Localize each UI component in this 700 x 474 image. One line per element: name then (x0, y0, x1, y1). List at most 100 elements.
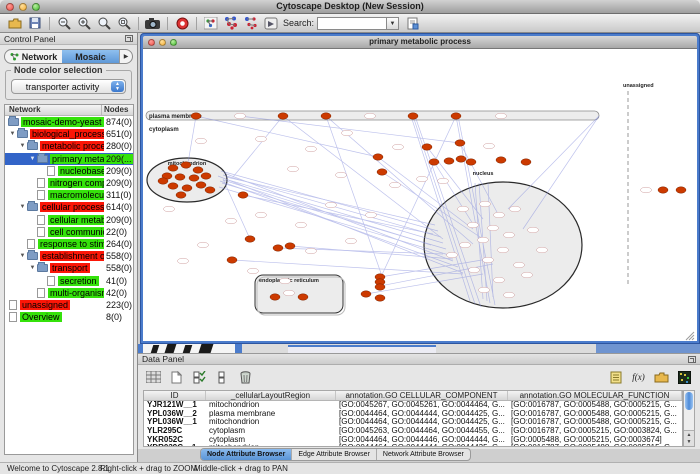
advanced-search-icon[interactable] (403, 15, 423, 31)
tab-mosaic[interactable]: Mosaic (62, 50, 119, 63)
disclosure-triangle-icon[interactable]: ▼ (18, 204, 27, 210)
tree-item[interactable]: multi-organism pro 42(0) (5, 287, 133, 299)
delete-attribute-icon[interactable] (237, 369, 254, 386)
network-view-window: primary metabolic process plasma membran… (140, 33, 700, 344)
group-title: Node color selection (11, 65, 106, 75)
disclosure-triangle-icon[interactable]: ▼ (18, 253, 27, 259)
disclosure-triangle-icon[interactable]: ▼ (18, 143, 27, 149)
tab-network-attribute-browser[interactable]: Network Attribute Browser (377, 449, 470, 460)
blue-red-network-icon[interactable] (221, 15, 241, 31)
tree-item[interactable]: response to stimul 264(0) (5, 238, 133, 250)
zoom-out-icon[interactable] (54, 15, 74, 31)
new-attribute-icon[interactable] (168, 369, 185, 386)
search-input[interactable] (317, 17, 387, 30)
file-icon (37, 288, 45, 298)
help-ring-icon[interactable] (172, 15, 192, 31)
float-panel-icon[interactable] (125, 35, 133, 42)
function-builder-icon[interactable]: f(x) (630, 369, 647, 386)
save-icon[interactable] (25, 15, 45, 31)
col-go-cellular-component[interactable]: annotation.GO CELLULAR_COMPONENT (336, 391, 508, 400)
tree-col-nodes[interactable]: Nodes (101, 105, 133, 115)
tab-overflow-arrow[interactable]: ▶ (119, 50, 132, 63)
folder-icon (8, 118, 19, 126)
zoom-fit-icon[interactable] (114, 15, 134, 31)
small-network-icon[interactable] (201, 15, 221, 31)
file-icon (37, 190, 45, 200)
select-attributes-icon[interactable] (191, 369, 208, 386)
open-file-icon[interactable] (5, 15, 25, 31)
file-icon (9, 312, 17, 322)
col-cellular-layout-region[interactable]: _cellularLayoutRegion (206, 391, 336, 400)
table-row[interactable]: YKR052Ccytoplasm [GO:0044464, GO:0044446… (144, 435, 682, 444)
arrow-box-icon[interactable] (261, 15, 281, 31)
float-data-panel-icon[interactable] (688, 356, 696, 363)
tree-item[interactable]: ▼ metabolic process 280(0) (5, 140, 133, 152)
compartment-nucleus[interactable]: nucleus (424, 171, 582, 308)
control-panel-title: Control Panel (4, 34, 56, 44)
table-scrollbar[interactable]: ▲▼ (683, 390, 695, 447)
attribute-table-icon[interactable] (145, 369, 162, 386)
tree-item[interactable]: unassigned 223(0) (5, 299, 133, 311)
zoom-selected-icon[interactable] (94, 15, 114, 31)
tree-item[interactable]: nucleobase- 209(0) (5, 165, 133, 177)
attribute-table-header: ID _cellularLayoutRegion annotation.GO C… (144, 391, 682, 401)
search-dropdown-arrow[interactable]: ▼ (387, 17, 399, 30)
tree-item[interactable]: secretion 41(0) (5, 274, 133, 286)
tree-header: Network Nodes (5, 105, 133, 116)
table-row[interactable]: YDR039C__1mitochondrion [GO:0044464, GO:… (144, 443, 682, 447)
status-bar: Welcome to Cytoscape 2.8.1 Right-click +… (0, 462, 700, 474)
status-welcome: Welcome to Cytoscape 2.8.1 (7, 464, 109, 473)
table-row[interactable]: YJR121W__1mitochondrion [GO:0045267, GO:… (144, 401, 682, 410)
tree-item[interactable]: ▼ biological_process 651(0) (5, 128, 133, 140)
tree-item[interactable]: cellular metabo 209(0) (5, 214, 133, 226)
selected-nodes[interactable] (158, 113, 686, 301)
zoom-in-icon[interactable] (74, 15, 94, 31)
resize-grip-icon[interactable] (686, 332, 694, 340)
import-attributes-icon[interactable] (653, 369, 670, 386)
tab-network[interactable]: Network (5, 50, 62, 63)
unselect-attributes-icon[interactable] (214, 369, 231, 386)
data-panel: Data Panel (138, 353, 700, 449)
tree-item[interactable]: mosaic-demo-yeast 874(0) (5, 116, 133, 128)
tree-item-selected[interactable]: ▼ primary metabo 209(... (5, 153, 133, 165)
table-row[interactable]: YLR295Ccytoplasm [GO:0045263, GO:0044464… (144, 426, 682, 435)
tree-item[interactable]: Overview 8(0) (5, 311, 133, 323)
folder-icon (17, 130, 28, 138)
tab-edge-attribute-browser[interactable]: Edge Attribute Browser (292, 449, 377, 460)
disclosure-triangle-icon[interactable]: ▼ (28, 265, 37, 271)
matrix-icon[interactable] (676, 369, 693, 386)
compartment-unassigned[interactable]: unassigned (623, 83, 654, 285)
file-icon (47, 276, 55, 286)
table-row[interactable]: YPL036W__2plasma membrane [GO:0044464, G… (144, 409, 682, 418)
tree-item[interactable]: ▼ transport 558(0) (5, 262, 133, 274)
tree-item[interactable]: cell communicat 22(0) (5, 226, 133, 238)
disclosure-triangle-icon[interactable]: ▼ (8, 131, 17, 137)
network-window-titlebar[interactable]: primary metabolic process (143, 36, 697, 49)
table-row[interactable]: YPL036W__1mitochondrion [GO:0044464, GO:… (144, 418, 682, 427)
scrollbar-thumb[interactable] (685, 392, 693, 410)
tab-node-attribute-browser[interactable]: Node Attribute Browser (201, 449, 292, 460)
tree-item[interactable]: macromolecule 311(0) (5, 189, 133, 201)
attribute-list-icon[interactable] (607, 369, 624, 386)
network-canvas[interactable]: plasma membrane cytoplasm mitochondrion … (143, 49, 697, 341)
network-tree: Network Nodes mosaic-demo-yeast 874(0) ▼… (4, 104, 134, 455)
tree-item[interactable]: ▼ cellular process 614(0) (5, 201, 133, 213)
col-go-molecular-function[interactable]: annotation.GO MOLECULAR_FUNCTION (508, 391, 682, 400)
folder-icon (27, 252, 38, 260)
red-network-icon[interactable] (241, 15, 261, 31)
node-color-selection-group: Node color selection transporter activit… (5, 70, 132, 100)
file-icon (37, 227, 45, 237)
attribute-table: ID _cellularLayoutRegion annotation.GO C… (143, 390, 683, 447)
scrollbar-arrows[interactable]: ▲▼ (684, 430, 694, 446)
node-labels[interactable] (164, 113, 652, 298)
node-color-dropdown[interactable]: transporter activity ▲▼ (11, 79, 126, 94)
snapshot-icon[interactable] (143, 15, 163, 31)
tree-item[interactable]: ▼ establishment of lo 558(0) (5, 250, 133, 262)
file-icon (37, 178, 45, 188)
network-window-title: primary metabolic process (143, 37, 697, 46)
col-id[interactable]: ID (144, 391, 206, 400)
tree-item[interactable]: nitrogen compo 209(0) (5, 177, 133, 189)
tree-col-network[interactable]: Network (5, 105, 101, 115)
file-icon (9, 300, 17, 310)
disclosure-triangle-icon[interactable]: ▼ (28, 156, 37, 162)
